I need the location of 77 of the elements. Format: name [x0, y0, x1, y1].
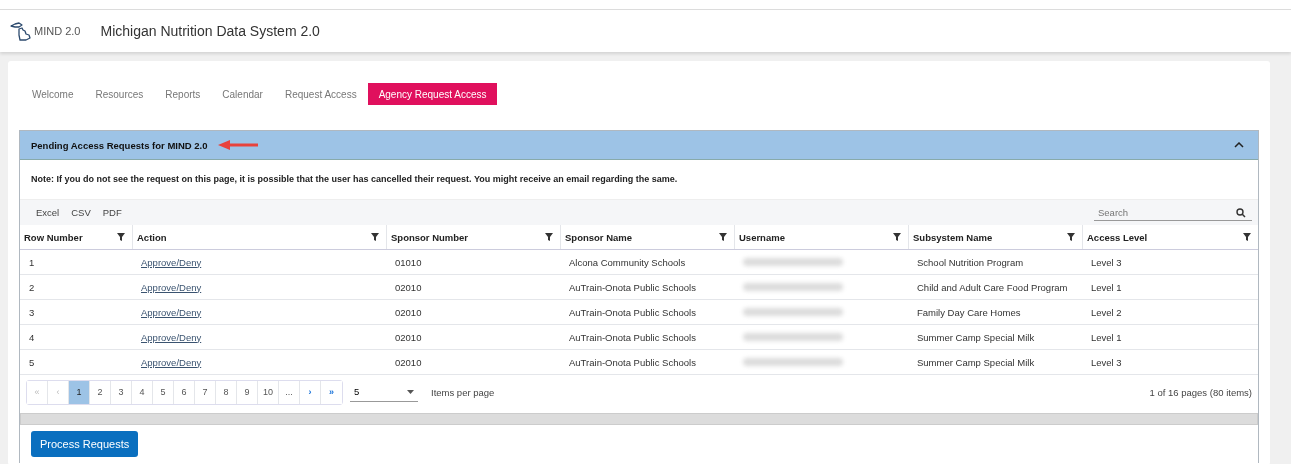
filter-icon[interactable] — [719, 233, 727, 241]
table-cell: Level 3 — [1091, 256, 1122, 268]
column-header[interactable]: Username — [734, 225, 908, 249]
table-cell: 1 — [29, 256, 35, 268]
table-cell: 3 — [29, 306, 35, 318]
table-cell: Level 3 — [1091, 356, 1122, 368]
arrow-icon — [216, 139, 259, 151]
process-requests-button[interactable]: Process Requests — [31, 431, 139, 457]
page-summary: 1 of 16 pages (80 items) — [1149, 386, 1252, 398]
column-title: Sponsor Name — [565, 231, 633, 243]
approve-deny-link[interactable]: Approve/Deny — [141, 331, 202, 343]
filter-icon[interactable] — [1243, 233, 1251, 241]
filter-icon[interactable] — [371, 233, 379, 241]
search-icon — [1236, 207, 1246, 218]
table-cell: 02010 — [395, 281, 422, 293]
table-cell: 01010 — [395, 256, 422, 268]
export-button[interactable]: PDF — [97, 207, 127, 218]
table-cell: 02010 — [395, 331, 422, 343]
export-button[interactable]: Excel — [31, 207, 65, 218]
table-cell: School Nutrition Program — [917, 256, 1024, 268]
table-cell: Summer Camp Special Milk — [917, 331, 1035, 343]
panel-title: Pending Access Requests for MIND 2.0 — [31, 139, 208, 151]
table-cell: AuTrain-Onota Public Schools — [569, 356, 696, 368]
approve-deny-link[interactable]: Approve/Deny — [141, 356, 202, 368]
nav-tab[interactable]: Calendar — [211, 83, 274, 105]
table-cell: AuTrain-Onota Public Schools — [569, 281, 696, 293]
table-cell: Alcona Community Schools — [569, 256, 686, 268]
table-cell: 4 — [29, 331, 35, 343]
nav-tab[interactable]: Reports — [154, 83, 212, 105]
table-cell: Family Day Care Homes — [917, 306, 1021, 318]
column-header[interactable]: Sponsor Number — [386, 225, 560, 249]
column-title: Sponsor Number — [391, 231, 469, 243]
app-title: Michigan Nutrition Data System 2.0 — [100, 23, 320, 39]
panel-header[interactable]: Pending Access Requests for MIND 2.0 — [20, 131, 1258, 160]
table-cell: Level 2 — [1091, 306, 1122, 318]
table-cell: 02010 — [395, 306, 422, 318]
nav-tab[interactable]: Resources — [84, 83, 155, 105]
column-title: Action — [137, 231, 167, 243]
column-header[interactable]: Access Level — [1082, 225, 1258, 249]
caret-icon — [407, 389, 414, 394]
table-cell: AuTrain-Onota Public Schools — [569, 331, 696, 343]
filter-icon[interactable] — [893, 233, 901, 241]
approve-deny-link[interactable]: Approve/Deny — [141, 256, 202, 268]
column-title: Subsystem Name — [913, 231, 993, 243]
table-cell: AuTrain-Onota Public Schools — [569, 306, 696, 318]
page-size-dropdown[interactable]: 5 — [350, 382, 418, 402]
table-cell: 02010 — [395, 356, 422, 368]
column-header[interactable]: Sponsor Name — [560, 225, 734, 249]
nav-tab[interactable]: Agency Request Access — [367, 83, 498, 105]
table-cell: 5 — [29, 356, 35, 368]
search-field[interactable]: Search — [1094, 204, 1252, 221]
table-cell: Summer Camp Special Milk — [917, 356, 1035, 368]
nav-tab[interactable]: Request Access — [273, 83, 368, 105]
approve-deny-link[interactable]: Approve/Deny — [141, 306, 202, 318]
logo-text: MIND 2.0 — [34, 25, 81, 37]
filter-icon[interactable] — [545, 233, 553, 241]
state-outline-icon — [10, 21, 32, 41]
table-cell: Child and Adult Care Food Program — [917, 281, 1068, 293]
approve-deny-link[interactable]: Approve/Deny — [141, 281, 202, 293]
export-button[interactable]: CSV — [66, 207, 96, 218]
chevron-icon — [1234, 142, 1244, 148]
nav-tab[interactable]: Welcome — [21, 83, 85, 105]
note-text: Note: If you do not see the request on this page, it is possible that the user has cancelled their request. You might receive an email regarding the same. — [30, 173, 679, 186]
table-cell: Level 1 — [1091, 281, 1122, 293]
table-cell: Level 1 — [1091, 331, 1122, 343]
column-title: Row Number — [24, 231, 83, 243]
table-cell: 2 — [29, 281, 35, 293]
filter-icon[interactable] — [117, 233, 125, 241]
filter-icon[interactable] — [1067, 233, 1075, 241]
column-header[interactable]: Row Number — [20, 225, 132, 249]
items-per-page-label: Items per page — [431, 386, 495, 398]
page-button[interactable]: 1 — [69, 380, 90, 404]
column-title: Username — [739, 231, 785, 243]
column-header[interactable]: Subsystem Name — [908, 225, 1082, 249]
horizontal-scrollbar[interactable] — [20, 413, 1258, 425]
column-title: Access Level — [1087, 231, 1148, 243]
column-header[interactable]: Action — [132, 225, 386, 249]
